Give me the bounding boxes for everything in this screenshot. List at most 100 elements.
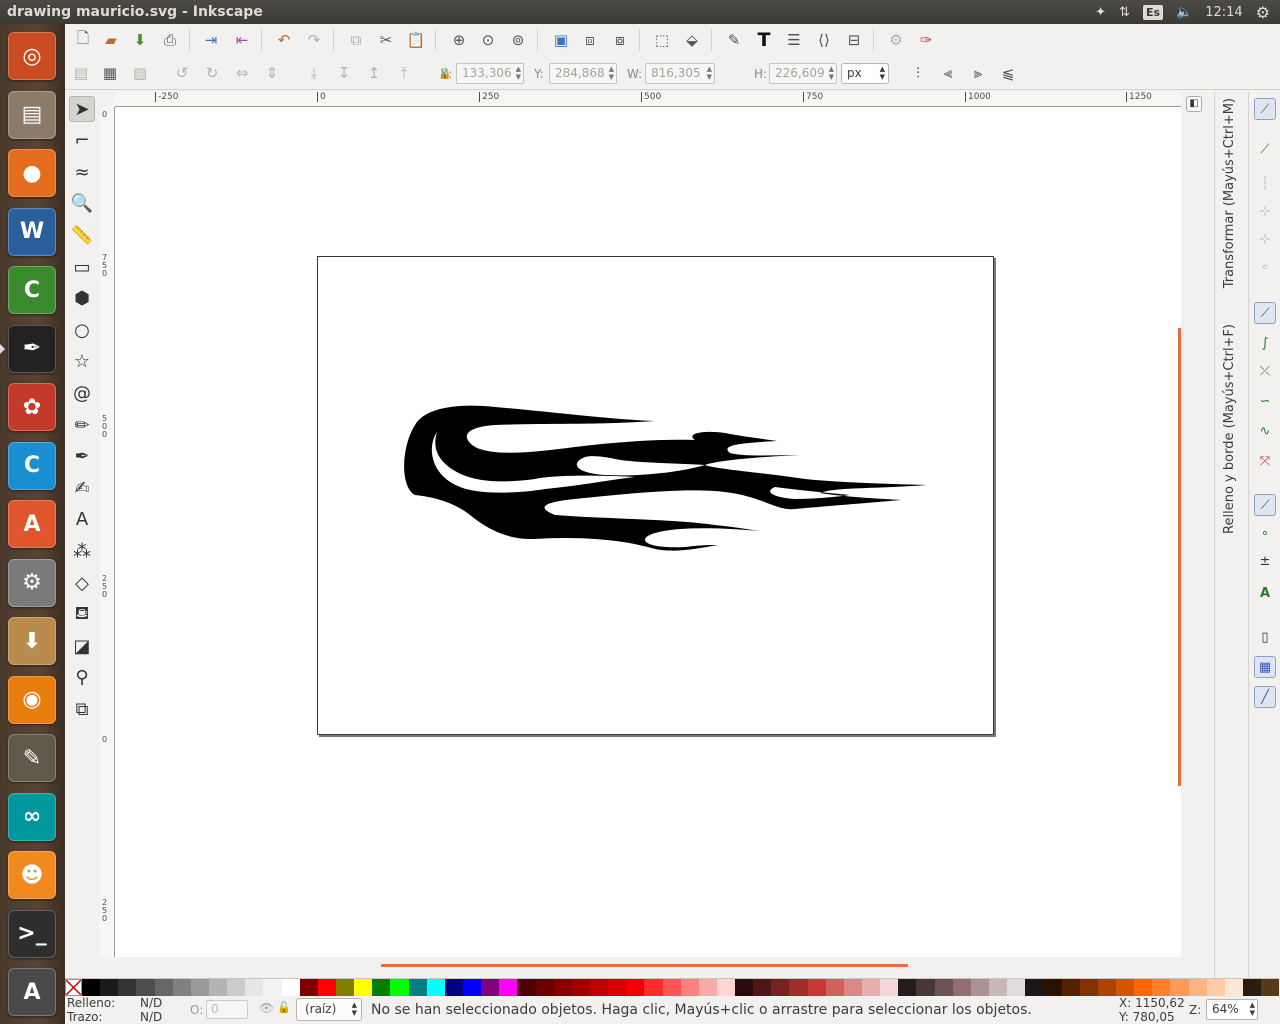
color-swatch[interactable] — [771, 979, 790, 996]
color-swatch[interactable] — [1043, 979, 1062, 996]
xml-editor-icon[interactable]: ⟨⟩ — [812, 28, 836, 52]
color-swatch[interactable] — [499, 979, 518, 996]
color-swatch[interactable] — [481, 979, 500, 996]
color-swatch[interactable] — [462, 979, 482, 996]
snap-rotation-centers-icon[interactable]: ± — [1254, 550, 1276, 572]
spin-arrows[interactable]: ▲ ▼ — [829, 65, 834, 81]
w-field[interactable]: 816,305 ▲ ▼ — [645, 63, 715, 84]
tab-fill-stroke[interactable]: Relleno y borde (Mayús+Ctrl+F) — [1222, 324, 1237, 534]
color-swatch[interactable] — [753, 979, 772, 996]
color-swatch[interactable] — [1134, 979, 1153, 996]
layers-icon[interactable]: ☰ — [782, 28, 806, 52]
paste-icon[interactable]: 📋 — [404, 28, 428, 52]
color-swatch[interactable] — [1261, 979, 1280, 996]
select-all-layers-icon[interactable]: ▦ — [98, 61, 122, 85]
network-icon[interactable]: ⇅ — [1119, 5, 1130, 20]
spin-arrows[interactable]: ▲ ▼ — [1250, 1001, 1255, 1017]
color-swatch[interactable] — [517, 979, 536, 996]
rectangle-tool-icon[interactable]: ▭ — [69, 254, 95, 280]
snap-object-centers-icon[interactable]: ∘ — [1254, 522, 1276, 544]
cut-icon[interactable]: ✂ — [374, 28, 398, 52]
color-swatch[interactable] — [1224, 979, 1243, 996]
color-swatch[interactable] — [1116, 979, 1135, 996]
volume-icon[interactable]: 🔈 — [1176, 5, 1192, 20]
color-swatch[interactable] — [245, 979, 264, 996]
raise-to-top-icon[interactable]: ⤒ — [392, 61, 416, 85]
color-swatch[interactable] — [426, 979, 445, 996]
dropper-tool-icon[interactable]: ⚲ — [69, 665, 95, 691]
clone-icon[interactable]: ⧈ — [578, 28, 602, 52]
color-swatch[interactable] — [281, 979, 300, 996]
layer-visibility-icon[interactable]: 👁 — [259, 1001, 274, 1015]
color-swatch[interactable] — [571, 979, 590, 996]
zoom-tool-icon[interactable]: 🔍 — [69, 191, 95, 217]
horizontal-ruler[interactable]: -250 0 250 500 750 1000 1250 — [115, 92, 1181, 107]
color-swatch[interactable] — [1007, 979, 1026, 996]
gradient-tool-icon[interactable]: ◪ — [69, 633, 95, 659]
color-swatch[interactable] — [735, 979, 754, 996]
color-swatch[interactable] — [390, 979, 409, 996]
measure-tool-icon[interactable]: 📏 — [69, 222, 95, 248]
selector-tool-icon[interactable]: ➤ — [69, 96, 95, 122]
color-swatch[interactable] — [644, 979, 663, 996]
color-swatch[interactable] — [989, 979, 1008, 996]
color-swatch[interactable] — [862, 979, 881, 996]
launcher-system-settings-icon[interactable]: ⚙ — [8, 558, 56, 607]
spin-arrows[interactable]: ▲ ▼ — [609, 65, 614, 81]
toggle-color-management-icon[interactable]: ◧ — [1186, 96, 1202, 112]
flame-drawing[interactable] — [115, 107, 1181, 957]
launcher-libreoffice-calc-icon[interactable]: C — [8, 266, 56, 314]
flip-vertical-icon[interactable]: ⇕ — [260, 61, 284, 85]
spin-arrows[interactable]: ▲ ▼ — [707, 65, 712, 81]
launcher-ubuntu-software-icon[interactable]: A — [8, 500, 56, 548]
snap-enable-icon[interactable]: ⟋ — [1254, 98, 1276, 120]
spin-arrows[interactable]: ▲ ▼ — [516, 65, 521, 81]
color-swatch[interactable] — [154, 979, 173, 996]
color-swatch[interactable] — [698, 979, 717, 996]
color-swatch[interactable] — [680, 979, 699, 996]
node-tool-icon[interactable]: ⌐ — [69, 128, 95, 154]
color-swatch[interactable] — [1170, 979, 1189, 996]
rotate-cw-icon[interactable]: ↻ — [200, 61, 224, 85]
session-gear-icon[interactable]: ⚙ — [1256, 3, 1270, 22]
color-swatch[interactable] — [1097, 979, 1117, 996]
color-swatch[interactable] — [535, 979, 554, 996]
snap-bbox-corners-icon[interactable]: ⊹ — [1254, 200, 1276, 222]
zoom-selection-icon[interactable]: ⊕ — [447, 28, 471, 52]
opacity-field[interactable]: 0 — [206, 1000, 248, 1019]
color-swatch[interactable] — [880, 979, 899, 996]
snap-grids-icon[interactable]: ▦ — [1254, 656, 1276, 678]
3d-box-tool-icon[interactable]: ⬢ — [69, 286, 95, 312]
export-icon[interactable]: ⇤ — [230, 28, 254, 52]
snap-bbox-icon[interactable]: ⟋ — [1254, 138, 1276, 160]
lower-to-bottom-icon[interactable]: ⤓ — [302, 61, 326, 85]
launcher-inkscape-icon[interactable]: ✒ — [8, 324, 56, 373]
color-swatch[interactable] — [789, 979, 808, 996]
undo-icon[interactable]: ↶ — [272, 28, 296, 52]
snap-midpoints-icon[interactable]: ⤧ — [1254, 450, 1276, 472]
text-font-icon[interactable]: T — [752, 28, 776, 52]
dropbox-icon[interactable]: ✦ — [1095, 5, 1106, 20]
color-swatch[interactable] — [444, 979, 463, 996]
color-swatch[interactable] — [136, 979, 155, 996]
lower-icon[interactable]: ↧ — [332, 61, 356, 85]
color-swatch[interactable] — [626, 979, 645, 996]
color-swatch[interactable] — [553, 979, 572, 996]
snap-page-border-icon[interactable]: ▯ — [1254, 626, 1276, 648]
color-swatch[interactable] — [916, 979, 935, 996]
color-swatch[interactable] — [716, 979, 736, 996]
spiral-tool-icon[interactable]: @ — [69, 380, 95, 406]
save-icon[interactable]: ⬇ — [128, 28, 152, 52]
launcher-gimp-icon[interactable]: ✎ — [8, 734, 56, 782]
color-swatch[interactable] — [354, 979, 373, 996]
color-swatch[interactable] — [372, 979, 391, 996]
launcher-files-icon[interactable]: ▤ — [8, 90, 56, 139]
color-swatch[interactable] — [1188, 979, 1207, 996]
document-properties-icon[interactable]: ✑ — [914, 28, 938, 52]
zoom-field[interactable]: 64% ▲ ▼ — [1206, 999, 1258, 1020]
color-swatch[interactable] — [408, 979, 427, 996]
import-icon[interactable]: ⇥ — [199, 28, 223, 52]
no-color-swatch[interactable] — [65, 979, 82, 996]
y-field[interactable]: 284,868 ▲ ▼ — [549, 63, 617, 84]
color-swatch[interactable] — [970, 979, 990, 996]
